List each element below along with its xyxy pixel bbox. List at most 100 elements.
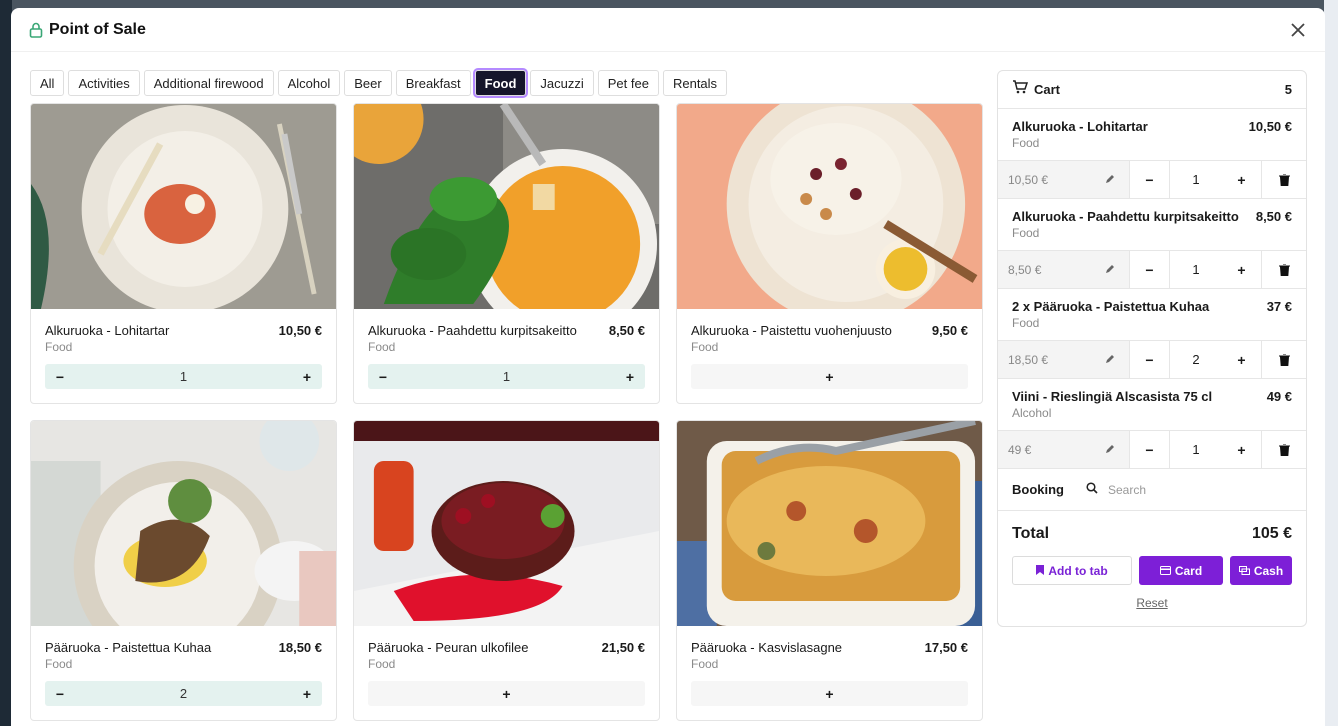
add-button[interactable]: + — [500, 686, 514, 702]
tab-activities[interactable]: Activities — [68, 70, 140, 96]
quantity-value: 1 — [179, 369, 188, 384]
product-image-salmon-tartare — [31, 104, 336, 309]
booking-search-input[interactable]: Search — [1086, 482, 1146, 497]
tab-beer[interactable]: Beer — [344, 70, 392, 96]
product-card[interactable]: Alkuruoka - Paahdettu kurpitsakeitto 8,5… — [353, 103, 660, 404]
unit-price-field[interactable]: 18,50 € — [998, 341, 1130, 378]
product-name: Alkuruoka - Paistettu vuohenjuusto — [691, 323, 892, 338]
quantity-value: 1 — [502, 369, 511, 384]
tab-breakfast[interactable]: Breakfast — [395, 70, 471, 96]
cash-payment-button[interactable]: Cash — [1230, 556, 1292, 585]
decrease-button[interactable]: − — [53, 686, 67, 702]
cart-item-category: Alcohol — [1012, 406, 1052, 420]
tab-alcohol[interactable]: Alcohol — [277, 70, 341, 96]
quantity-value: 2 — [1192, 352, 1200, 367]
cart-item-price: 49 € — [1266, 389, 1292, 404]
tab-rentals[interactable]: Rentals — [662, 70, 728, 96]
product-price: 21,50 € — [601, 640, 645, 655]
cart-item: 2 x Pääruoka - Paistettua Kuhaa Food 37 … — [998, 289, 1306, 379]
product-name: Pääruoka - Peuran ulkofilee — [368, 640, 529, 655]
cart-item-category: Food — [1012, 226, 1040, 240]
increase-button[interactable]: + — [1222, 431, 1262, 468]
trash-icon[interactable] — [1262, 251, 1306, 288]
increase-button[interactable]: + — [1222, 341, 1262, 378]
cart-item-name: Viini - Rieslingiä Alscasista 75 cl — [1012, 389, 1213, 404]
booking-label: Booking — [1012, 482, 1064, 497]
product-card[interactable]: Alkuruoka - Paistettu vuohenjuusto 9,50 … — [676, 103, 983, 404]
product-card[interactable]: Pääruoka - Kasvislasagne 17,50 € Food + — [676, 420, 983, 721]
decrease-button[interactable]: − — [1130, 161, 1170, 198]
background-app-right — [1324, 0, 1338, 726]
tab-jacuzzi[interactable]: Jacuzzi — [530, 70, 594, 96]
trash-icon[interactable] — [1262, 341, 1306, 378]
reset-link[interactable]: Reset — [998, 596, 1306, 610]
tab-all[interactable]: All — [30, 70, 65, 96]
cart-item: Alkuruoka - Lohitartar Food 10,50 € 10,5… — [998, 109, 1306, 199]
pencil-icon[interactable] — [1105, 263, 1115, 277]
decrease-button[interactable]: − — [1130, 341, 1170, 378]
trash-icon[interactable] — [1262, 431, 1306, 468]
product-card[interactable]: Pääruoka - Paistettua Kuhaa 18,50 € Food… — [30, 420, 337, 721]
card-payment-button[interactable]: Card — [1139, 556, 1223, 585]
unit-price-field[interactable]: 49 € — [998, 431, 1130, 468]
add-to-cart-stepper: + — [691, 364, 968, 389]
close-icon[interactable] — [1287, 19, 1309, 41]
cart-count: 5 — [1284, 82, 1292, 97]
pencil-icon[interactable] — [1105, 173, 1115, 187]
cart-icon — [1012, 80, 1029, 99]
cart-panel: Cart 5 Alkuruoka - Lohitartar Food 10,50… — [997, 70, 1307, 627]
add-to-tab-label: Add to tab — [1048, 563, 1108, 578]
unit-price-field[interactable]: 10,50 € — [998, 161, 1130, 198]
unit-price-value: 18,50 € — [1008, 352, 1049, 367]
product-image-vegetable-lasagna — [677, 421, 982, 626]
cart-title: Cart — [1034, 82, 1061, 97]
quantity-value: 1 — [1192, 262, 1200, 277]
booking-search-placeholder: Search — [1108, 482, 1147, 497]
cart-item-price: 10,50 € — [1248, 119, 1292, 134]
add-to-tab-button[interactable]: Add to tab — [1012, 556, 1132, 585]
cart-item: Viini - Rieslingiä Alscasista 75 cl Alco… — [998, 379, 1306, 469]
trash-icon[interactable] — [1262, 161, 1306, 198]
product-name: Alkuruoka - Lohitartar — [45, 323, 170, 338]
bookmark-icon — [1036, 564, 1048, 578]
unit-price-value: 49 € — [1008, 442, 1032, 457]
cash-label: Cash — [1253, 563, 1284, 578]
quantity-stepper: − 1 + — [45, 364, 322, 389]
product-card[interactable]: Alkuruoka - Lohitartar 10,50 € Food − 1 … — [30, 103, 337, 404]
cart-item-name: 2 x Pääruoka - Paistettua Kuhaa — [1012, 299, 1210, 314]
tab-additional-firewood[interactable]: Additional firewood — [143, 70, 274, 96]
quantity-stepper: − 2 + — [45, 681, 322, 706]
product-grid: Alkuruoka - Lohitartar 10,50 € Food − 1 … — [30, 103, 983, 721]
product-image-goat-cheese — [677, 104, 982, 309]
cart-header: Cart 5 — [998, 71, 1306, 109]
product-category: Food — [45, 340, 73, 354]
pencil-icon[interactable] — [1105, 443, 1115, 457]
decrease-button[interactable]: − — [1130, 431, 1170, 468]
product-name: Pääruoka - Kasvislasagne — [691, 640, 843, 655]
cash-icon — [1238, 564, 1254, 578]
increase-button[interactable]: + — [300, 686, 314, 702]
product-card[interactable]: Pääruoka - Peuran ulkofilee 21,50 € Food… — [353, 420, 660, 721]
unit-price-field[interactable]: 8,50 € — [998, 251, 1130, 288]
decrease-button[interactable]: − — [1130, 251, 1170, 288]
cart-item-category: Food — [1012, 316, 1040, 330]
total-row: Total 105 € — [998, 511, 1306, 543]
increase-button[interactable]: + — [300, 369, 314, 385]
tab-food[interactable]: Food — [474, 70, 527, 96]
product-price: 18,50 € — [278, 640, 322, 655]
cart-item: Alkuruoka - Paahdettu kurpitsakeitto Foo… — [998, 199, 1306, 289]
add-button[interactable]: + — [823, 369, 837, 385]
add-button[interactable]: + — [823, 686, 837, 702]
product-price: 17,50 € — [924, 640, 968, 655]
unit-price-value: 8,50 € — [1008, 262, 1042, 277]
decrease-button[interactable]: − — [376, 369, 390, 385]
pencil-icon[interactable] — [1105, 353, 1115, 367]
product-name: Pääruoka - Paistettua Kuhaa — [45, 640, 212, 655]
credit-card-icon — [1159, 564, 1175, 578]
increase-button[interactable]: + — [1222, 161, 1262, 198]
tab-pet-fee[interactable]: Pet fee — [597, 70, 659, 96]
pos-modal: Point of Sale All Activities Additional … — [11, 8, 1325, 726]
increase-button[interactable]: + — [1222, 251, 1262, 288]
increase-button[interactable]: + — [623, 369, 637, 385]
decrease-button[interactable]: − — [53, 369, 67, 385]
